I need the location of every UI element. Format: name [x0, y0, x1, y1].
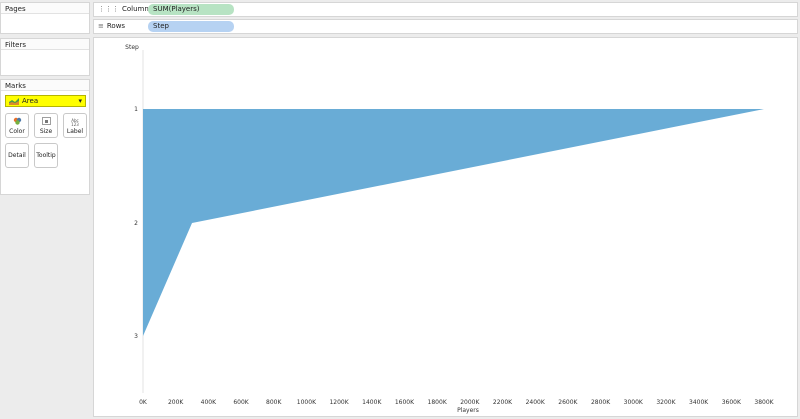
color-button[interactable]: Color [5, 113, 29, 138]
x-tick-label: 600K [233, 399, 249, 406]
x-tick-label: 3600K [722, 399, 742, 406]
pages-card[interactable]: Pages [0, 2, 90, 34]
detail-button[interactable]: Detail [5, 143, 29, 168]
x-tick-label: 2800K [591, 399, 611, 406]
size-button-label: Size [39, 128, 53, 135]
size-icon [41, 117, 51, 127]
detail-button-label: Detail [8, 152, 26, 159]
x-tick-label: 2600K [558, 399, 578, 406]
area-mark [143, 109, 764, 336]
pages-card-title: Pages [1, 3, 89, 14]
marks-card: Marks Area ▾ Color Size Abc 123 Label De… [0, 79, 90, 195]
x-tick-label: 3000K [624, 399, 644, 406]
chevron-down-icon: ▾ [78, 97, 82, 105]
x-tick-label: 1000K [297, 399, 317, 406]
mark-type-label: Area [22, 97, 39, 105]
label-button[interactable]: Abc 123 Label [63, 113, 87, 138]
x-tick-label: 3200K [656, 399, 676, 406]
visualization-pane[interactable]: Step 1 2 3 0K 200K 400K 600K 800K 1000K 1200K 1400K… [93, 37, 798, 417]
filters-card[interactable]: Filters [0, 38, 90, 76]
tooltip-button-label: Tooltip [36, 152, 56, 159]
y-axis-title: Step [125, 44, 139, 51]
rows-shelf[interactable]: ≡ Rows Step [93, 19, 798, 34]
x-tick-label: 2200K [493, 399, 513, 406]
x-tick-label: 1200K [329, 399, 349, 406]
columns-pill-sum-players[interactable]: SUM(Players) [148, 4, 234, 15]
size-button[interactable]: Size [34, 113, 58, 138]
area-chart-icon [9, 97, 19, 105]
x-tick-label: 1800K [428, 399, 448, 406]
y-tick-label: 1 [134, 106, 138, 113]
x-tick-label: 1400K [362, 399, 382, 406]
x-tick-label: 400K [201, 399, 217, 406]
x-tick-label: 3400K [689, 399, 709, 406]
x-tick-label: 800K [266, 399, 282, 406]
x-tick-label: 200K [168, 399, 184, 406]
label-icon: Abc 123 [71, 118, 79, 127]
tableau-workspace: Pages Filters Marks Area ▾ Color Size Ab… [0, 0, 800, 419]
x-tick-label: 2400K [526, 399, 546, 406]
columns-shelf[interactable]: ⋮⋮⋮ Columns SUM(Players) [93, 2, 798, 17]
x-tick-label: 0K [139, 399, 148, 406]
color-button-label: Color [9, 128, 25, 135]
columns-icon: ⋮⋮⋮ [98, 5, 119, 13]
rows-pill-step[interactable]: Step [148, 21, 234, 32]
tooltip-button[interactable]: Tooltip [34, 143, 58, 168]
columns-shelf-label: ⋮⋮⋮ Columns [98, 5, 152, 13]
color-icon [13, 117, 22, 127]
y-tick-label: 3 [134, 333, 138, 340]
marks-card-title: Marks [1, 80, 89, 91]
y-tick-label: 2 [134, 220, 138, 227]
x-tick-label: 3800K [754, 399, 774, 406]
label-button-label: Label [66, 128, 84, 135]
x-tick-label: 1600K [395, 399, 415, 406]
area-chart: Step 1 2 3 0K 200K 400K 600K 800K 1000K 1200K 1400K… [125, 44, 774, 414]
x-tick-label: 2000K [460, 399, 480, 406]
mark-type-dropdown[interactable]: Area ▾ [5, 95, 86, 107]
rows-icon: ≡ [98, 22, 104, 30]
filters-card-title: Filters [1, 39, 89, 50]
x-axis-title: Players [457, 407, 479, 414]
rows-shelf-text: Rows [106, 22, 126, 30]
rows-shelf-label: ≡ Rows [98, 22, 125, 30]
